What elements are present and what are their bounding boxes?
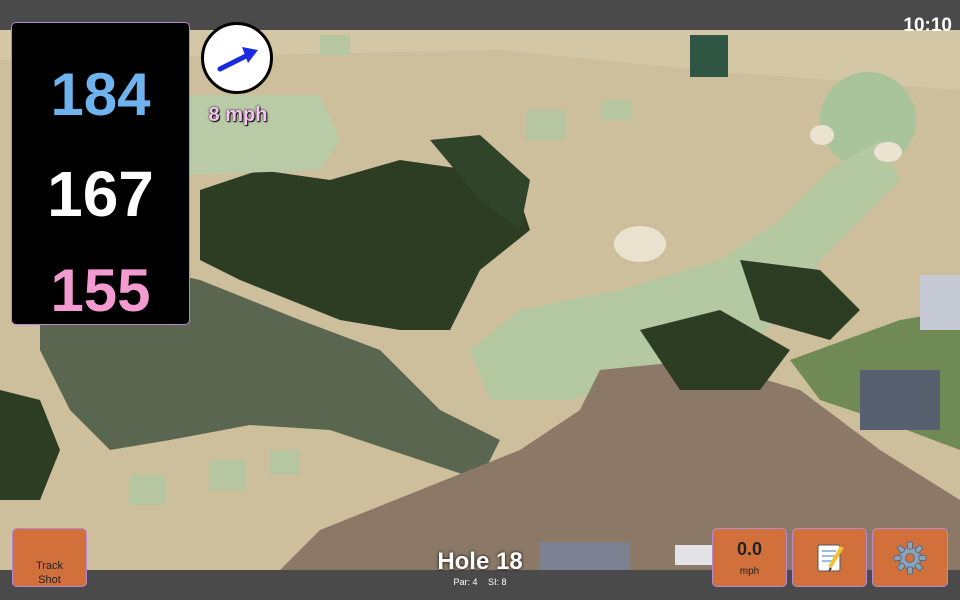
speed-unit: mph xyxy=(739,566,760,577)
gear-icon xyxy=(893,541,927,575)
notes-button[interactable] xyxy=(792,528,867,587)
building xyxy=(690,35,728,77)
bunker xyxy=(614,226,666,262)
wind-direction-indicator xyxy=(201,22,273,94)
yardage-middle: 167 xyxy=(47,158,154,230)
house xyxy=(860,370,940,430)
hole-si: SI: 8 xyxy=(488,577,507,587)
hole-par: Par: 4 xyxy=(453,577,478,587)
speed-button[interactable]: 0.0 mph xyxy=(712,528,787,587)
arrow-icon xyxy=(217,47,258,72)
settings-button[interactable] xyxy=(872,528,948,587)
clock: 10:10 xyxy=(903,15,952,36)
yardage-front: 155 xyxy=(50,257,151,324)
track-shot-button[interactable]: Track Shot xyxy=(12,528,87,587)
wind-speed-label: 8 mph xyxy=(208,104,268,126)
speed-value: 0.0 xyxy=(736,539,763,559)
track-shot-label: Track Shot xyxy=(35,560,64,586)
hole-info: Par: 4 SI: 8 xyxy=(380,577,580,587)
yardage-panel: 184 167 155 xyxy=(11,22,190,325)
notepad-icon xyxy=(817,544,844,572)
hole-title: Hole 18 xyxy=(437,548,523,575)
yardage-back: 184 xyxy=(50,61,151,128)
